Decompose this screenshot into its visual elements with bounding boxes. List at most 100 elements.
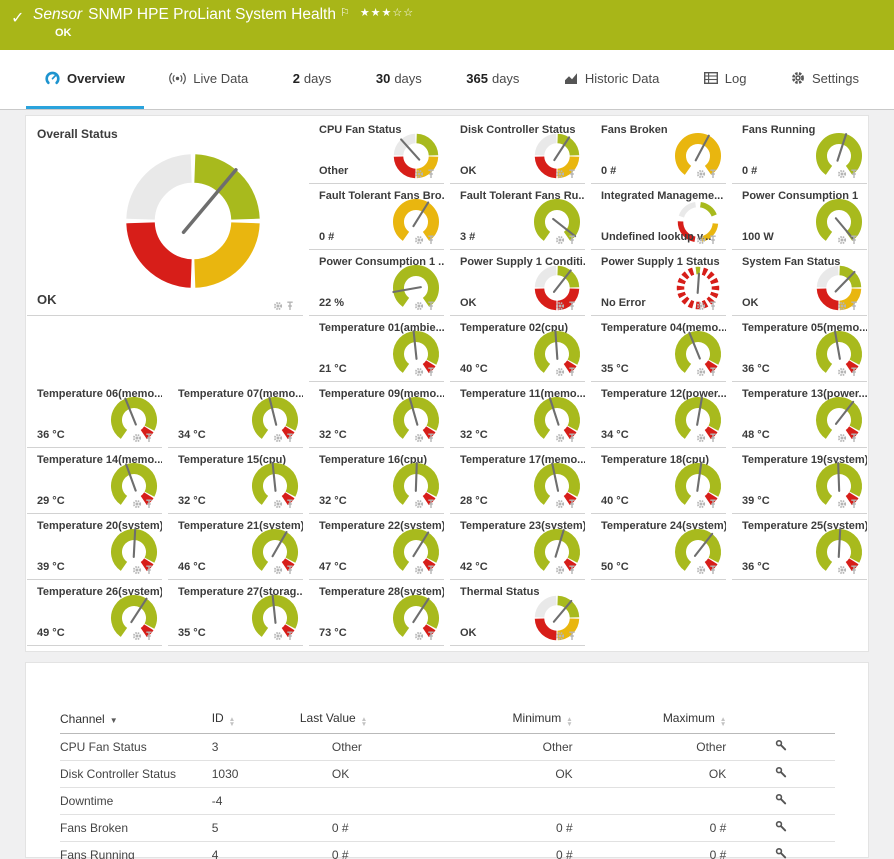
pin-icon[interactable] <box>427 631 435 641</box>
pin-icon[interactable] <box>286 433 294 443</box>
pin-icon[interactable] <box>427 169 435 179</box>
pin-icon[interactable] <box>286 565 294 575</box>
table-row[interactable]: Fans Broken50 #0 #0 # <box>60 814 835 841</box>
gauge-tile-t09[interactable]: Temperature 09(memo...32 °C <box>309 382 444 448</box>
gauge-tile-t05[interactable]: Temperature 05(memo...36 °C <box>732 316 867 382</box>
gauge-tile-sysfan[interactable]: System Fan StatusOK <box>732 250 867 316</box>
gauge-tile-t19[interactable]: Temperature 19(system)39 °C <box>732 448 867 514</box>
channel-settings-icon[interactable] <box>775 821 787 835</box>
gauge-tile-ps1_cond[interactable]: Power Supply 1 Conditi...OK <box>450 250 585 316</box>
pin-icon[interactable] <box>568 235 576 245</box>
gear-icon[interactable] <box>273 565 283 575</box>
cell-channel[interactable]: CPU Fan Status <box>60 733 212 760</box>
gauge-tile-fans_broken[interactable]: Fans Broken0 # <box>591 118 726 184</box>
gauge-tile-t06[interactable]: Temperature 06(memo...36 °C <box>27 382 162 448</box>
table-row[interactable]: CPU Fan Status3OtherOtherOther <box>60 733 835 760</box>
tab-2-days[interactable]: 2days <box>274 50 351 109</box>
pin-icon[interactable] <box>427 433 435 443</box>
gear-icon[interactable] <box>414 367 424 377</box>
cell-channel[interactable]: Disk Controller Status <box>60 760 212 787</box>
pin-icon[interactable] <box>568 301 576 311</box>
gauge-tile-t24[interactable]: Temperature 24(system)50 °C <box>591 514 726 580</box>
pin-icon[interactable] <box>145 565 153 575</box>
gauge-tile-t17[interactable]: Temperature 17(memo...28 °C <box>450 448 585 514</box>
gear-icon[interactable] <box>555 235 565 245</box>
pin-icon[interactable] <box>427 565 435 575</box>
gear-icon[interactable] <box>837 367 847 377</box>
channel-settings-icon[interactable] <box>775 740 787 754</box>
pin-icon[interactable] <box>850 565 858 575</box>
channel-settings-icon[interactable] <box>775 794 787 808</box>
gauge-tile-t18[interactable]: Temperature 18(cpu)40 °C <box>591 448 726 514</box>
gear-icon[interactable] <box>414 301 424 311</box>
pin-icon[interactable] <box>568 499 576 509</box>
pin-icon[interactable] <box>568 631 576 641</box>
gear-icon[interactable] <box>837 169 847 179</box>
gauge-tile-t02[interactable]: Temperature 02(cpu)40 °C <box>450 316 585 382</box>
gauge-tile-cpu_fan[interactable]: CPU Fan StatusOther <box>309 118 444 184</box>
gear-icon[interactable] <box>273 301 283 311</box>
gear-icon[interactable] <box>696 367 706 377</box>
gear-icon[interactable] <box>132 631 142 641</box>
cell-channel[interactable]: Fans Running <box>60 841 212 859</box>
tab-settings[interactable]: Settings <box>772 50 878 109</box>
gauge-tile-ft_running[interactable]: Fault Tolerant Fans Ru...3 # <box>450 184 585 250</box>
gear-icon[interactable] <box>555 631 565 641</box>
pin-icon[interactable] <box>709 169 717 179</box>
pin-icon[interactable] <box>709 433 717 443</box>
tab-live-data[interactable]: Live Data <box>150 50 267 109</box>
gauge-tile-t15[interactable]: Temperature 15(cpu)32 °C <box>168 448 303 514</box>
gauge-tile-t16[interactable]: Temperature 16(cpu)32 °C <box>309 448 444 514</box>
gear-icon[interactable] <box>696 301 706 311</box>
gauge-tile-ps1_status[interactable]: Power Supply 1 StatusNo Error <box>591 250 726 316</box>
tab-log[interactable]: Log <box>685 50 766 109</box>
channel-settings-icon[interactable] <box>775 767 787 781</box>
gear-icon[interactable] <box>273 631 283 641</box>
gear-icon[interactable] <box>414 169 424 179</box>
gear-icon[interactable] <box>555 301 565 311</box>
col-header-last-value[interactable]: Last Value▲▼ <box>300 706 429 733</box>
gear-icon[interactable] <box>555 367 565 377</box>
table-row[interactable]: Fans Running40 #0 #0 # <box>60 841 835 859</box>
col-header-id[interactable]: ID▲▼ <box>212 706 300 733</box>
gear-icon[interactable] <box>555 565 565 575</box>
gauge-tile-power_pct[interactable]: Power Consumption 1 ...22 % <box>309 250 444 316</box>
pin-icon[interactable] <box>709 565 717 575</box>
cell-channel[interactable]: Fans Broken <box>60 814 212 841</box>
pin-icon[interactable] <box>145 499 153 509</box>
gauge-tile-t20[interactable]: Temperature 20(system)39 °C <box>27 514 162 580</box>
gauge-tile-t11[interactable]: Temperature 11(memo...32 °C <box>450 382 585 448</box>
pin-icon[interactable] <box>568 433 576 443</box>
pin-icon[interactable] <box>427 499 435 509</box>
gear-icon[interactable] <box>837 433 847 443</box>
gauge-tile-power_w[interactable]: Power Consumption 1100 W <box>732 184 867 250</box>
gear-icon[interactable] <box>555 499 565 509</box>
gauge-tile-t25[interactable]: Temperature 25(system)36 °C <box>732 514 867 580</box>
gauge-tile-t28[interactable]: Temperature 28(system)73 °C <box>309 580 444 646</box>
table-row[interactable]: Disk Controller Status1030OKOKOK <box>60 760 835 787</box>
pin-icon[interactable] <box>709 499 717 509</box>
gauge-tile-t26[interactable]: Temperature 26(system)49 °C <box>27 580 162 646</box>
pin-icon[interactable] <box>850 367 858 377</box>
pin-icon[interactable] <box>286 301 294 311</box>
pin-icon[interactable] <box>568 169 576 179</box>
gear-icon[interactable] <box>696 235 706 245</box>
gear-icon[interactable] <box>132 499 142 509</box>
pin-icon[interactable] <box>709 367 717 377</box>
gauge-tile-t04[interactable]: Temperature 04(memo...35 °C <box>591 316 726 382</box>
pin-icon[interactable] <box>709 301 717 311</box>
gear-icon[interactable] <box>555 433 565 443</box>
gauge-tile-t07[interactable]: Temperature 07(memo...34 °C <box>168 382 303 448</box>
pin-icon[interactable] <box>427 235 435 245</box>
gauge-tile-ilo[interactable]: Integrated Manageme...Undefined lookup v… <box>591 184 726 250</box>
pin-icon[interactable] <box>850 499 858 509</box>
gear-icon[interactable] <box>696 169 706 179</box>
col-header-minimum[interactable]: Minimum▲▼ <box>429 706 573 733</box>
pin-icon[interactable] <box>850 235 858 245</box>
gear-icon[interactable] <box>414 433 424 443</box>
gear-icon[interactable] <box>414 631 424 641</box>
gear-icon[interactable] <box>837 499 847 509</box>
gauge-tile-disk[interactable]: Disk Controller StatusOK <box>450 118 585 184</box>
gauge-tile-t23[interactable]: Temperature 23(system)42 °C <box>450 514 585 580</box>
gear-icon[interactable] <box>414 235 424 245</box>
